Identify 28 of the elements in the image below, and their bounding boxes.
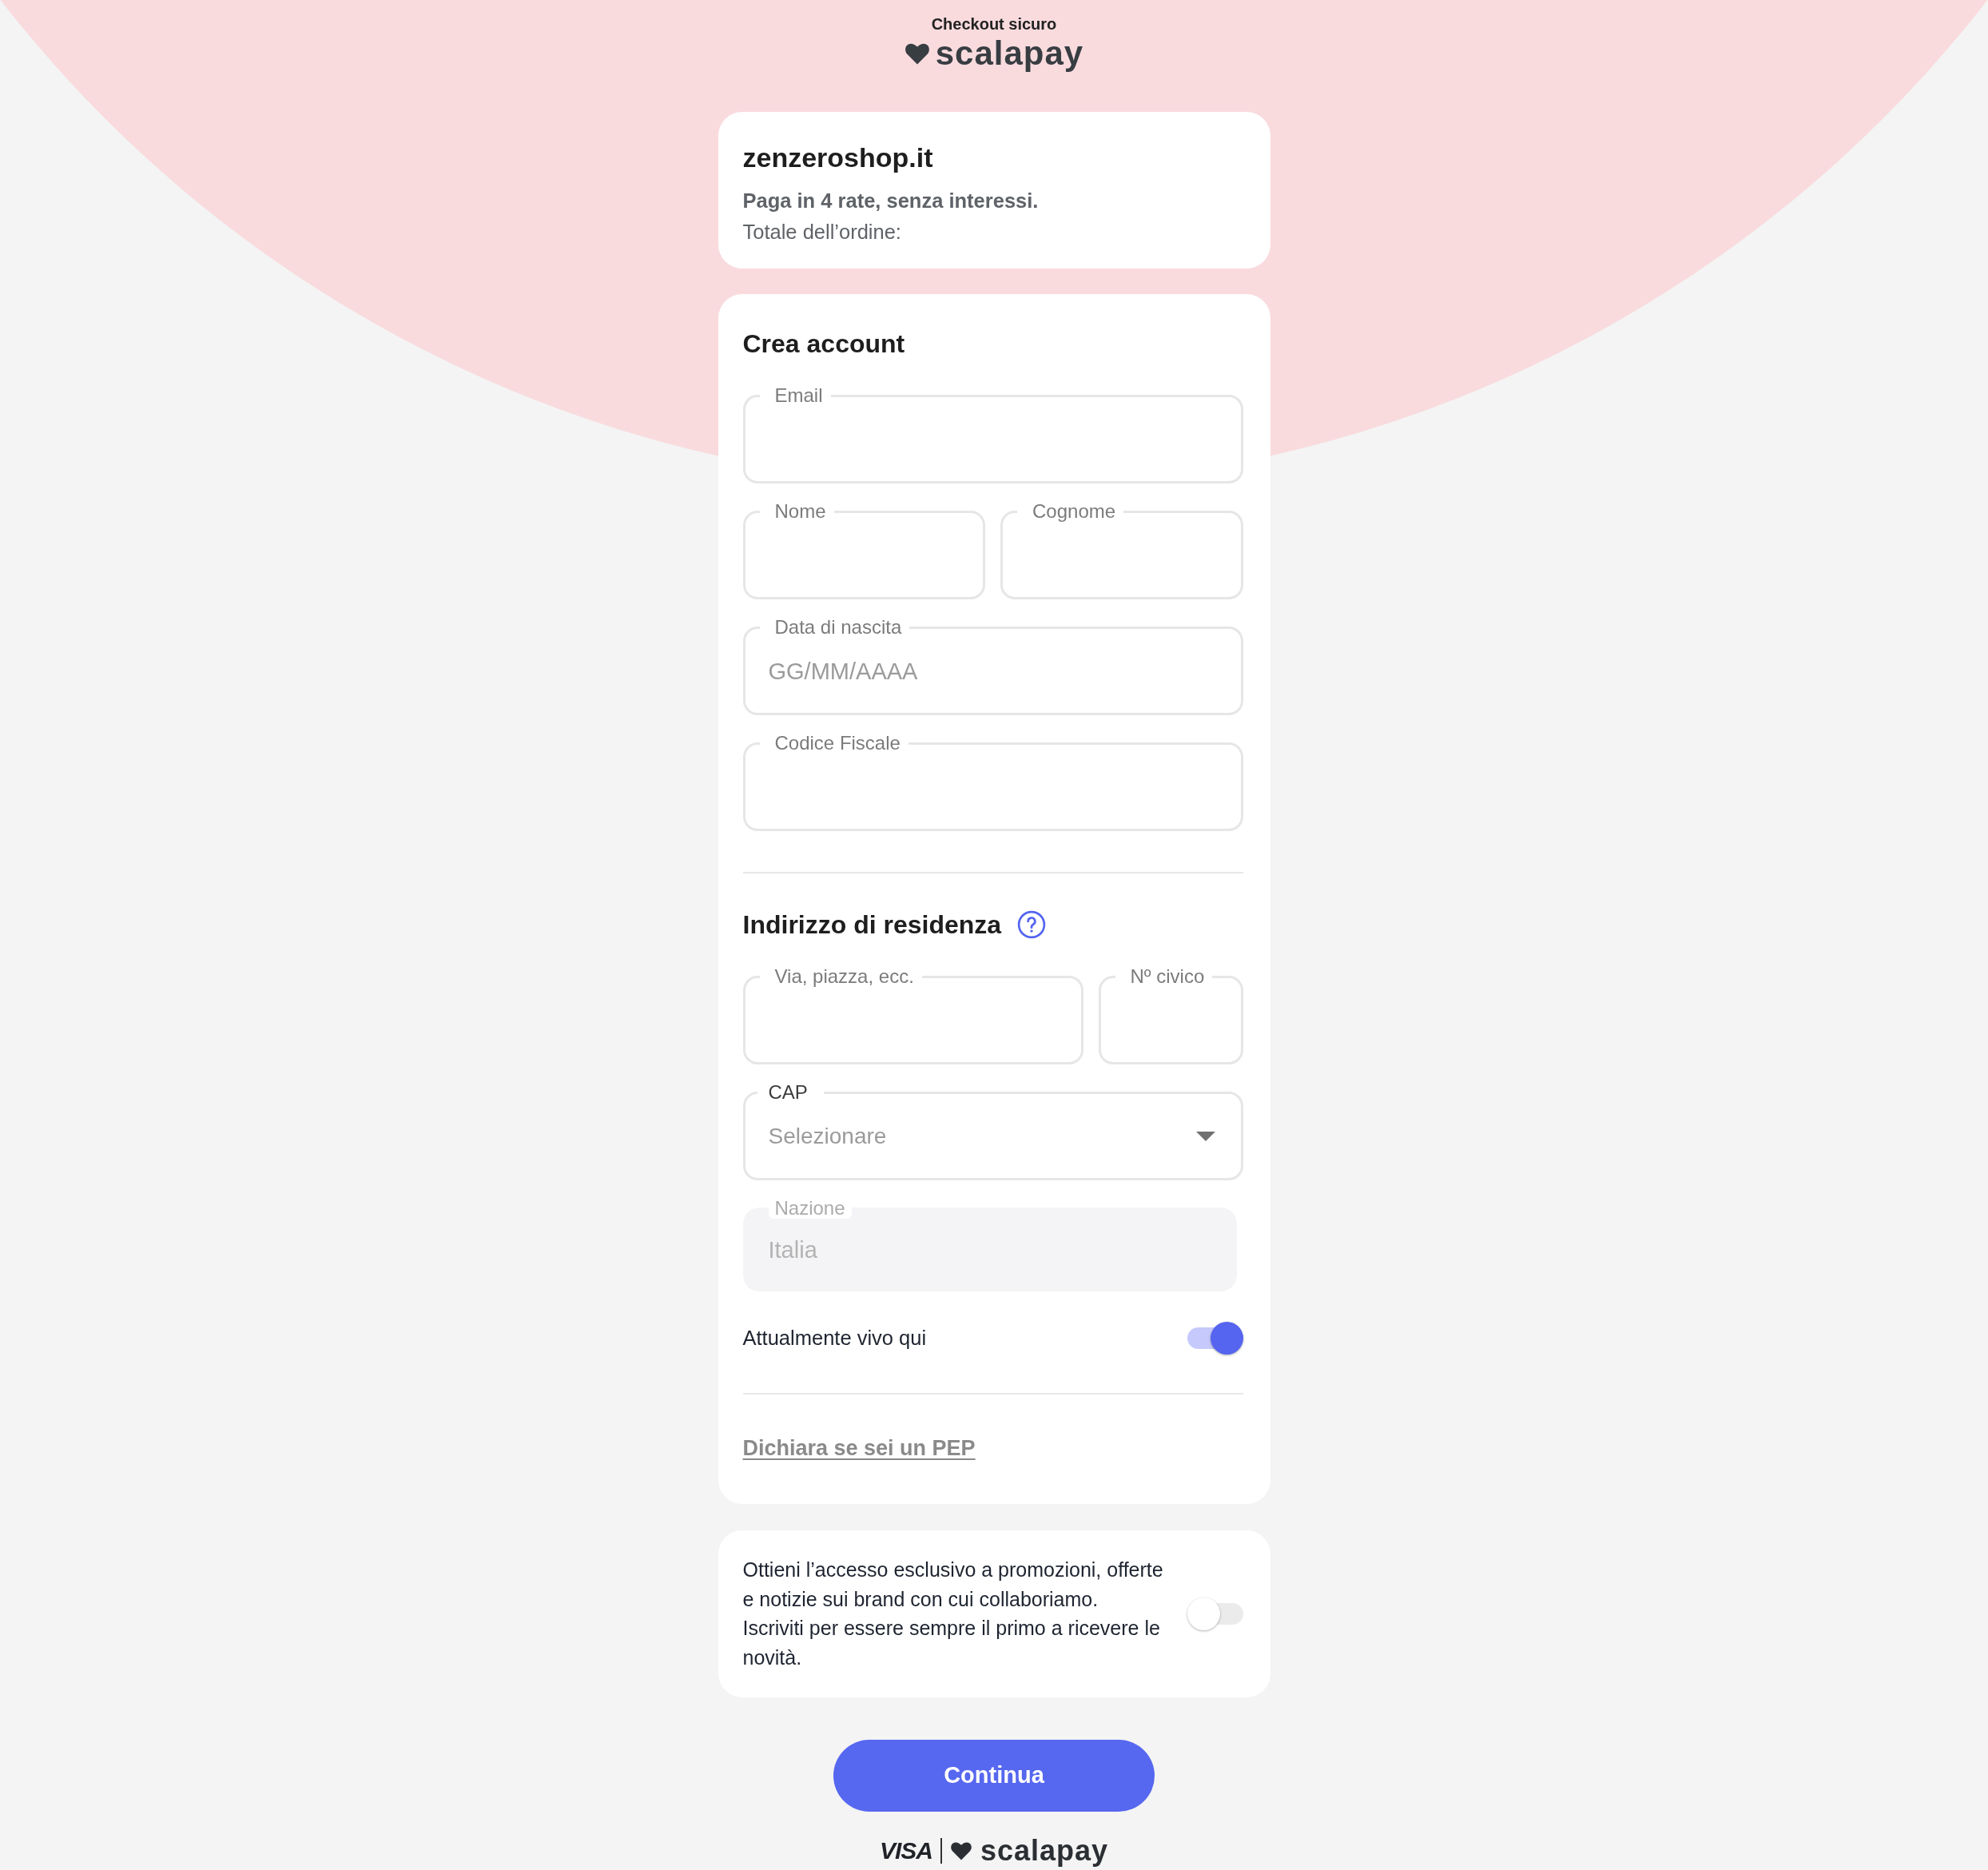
field-label: Via, piazza, ecc. <box>773 966 915 987</box>
merchant-name: zenzeroshop.it <box>742 141 934 174</box>
card-brand-logo: VISA <box>879 1836 932 1865</box>
field-label: Nome <box>773 501 827 522</box>
field-label: CAP <box>767 1082 809 1103</box>
continue-button[interactable]: Continua <box>833 1739 1155 1812</box>
header-caption: Checkout sicuro <box>931 14 1057 34</box>
toggle-switch[interactable] <box>1187 1597 1243 1630</box>
section-title: Indirizzo di residenza <box>742 909 1002 941</box>
field-label: Email <box>773 385 824 406</box>
field-label: Cognome <box>1032 501 1117 522</box>
promo-text: Ottieni l’accesso esclusivo a promozioni, offerte e notizie sui brand con cui collaboriamo. Iscriviti per essere sempre il primo a ricevere le novità. <box>742 1558 1164 1671</box>
field-label: Nº civico <box>1129 966 1206 987</box>
heart-icon <box>949 1840 972 1860</box>
help-icon <box>1017 910 1047 939</box>
text-input[interactable]: GG/MM/AAAA <box>768 655 1218 687</box>
toggle-switch[interactable] <box>1187 1322 1243 1355</box>
caret-icon <box>1195 1132 1215 1141</box>
brand-name: scalapay <box>980 1833 1109 1868</box>
offer-text: Paga in 4 rate, senza interessi. <box>742 189 1040 213</box>
toggle-label: Attualmente vivo qui <box>742 1327 927 1350</box>
field-label: Data di nascita <box>773 617 903 638</box>
brand-name: scalapay <box>935 35 1084 72</box>
heart-icon <box>904 42 930 65</box>
pep-link[interactable]: Dichiara se sei un PEP <box>742 1432 976 1464</box>
field-label: Codice Fiscale <box>773 733 901 754</box>
order-total-label: Totale dell’ordine: <box>742 220 902 245</box>
section-title: Crea account <box>742 328 906 360</box>
